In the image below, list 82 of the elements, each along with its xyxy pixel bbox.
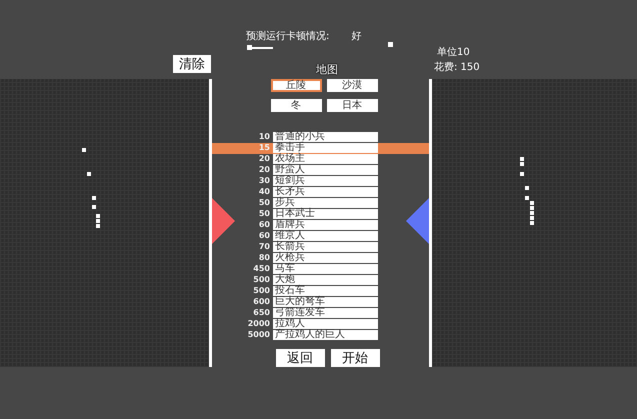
cost-label: 花费: 150: [434, 60, 481, 75]
unit-row[interactable]: 650 弓箭连发车: [240, 308, 378, 319]
unit-name: 普通的小兵: [273, 132, 378, 142]
unit-cost: 80: [258, 253, 270, 263]
unit-row[interactable]: 70 长箭兵: [240, 242, 378, 253]
unit-row[interactable]: 500 投石车: [240, 286, 378, 297]
unit-cost: 15: [258, 143, 270, 153]
battlefield-right[interactable]: [432, 79, 637, 367]
lag-slider[interactable]: [247, 45, 393, 51]
unit-count: 单位10: [436, 46, 471, 60]
unit-row[interactable]: 80 火枪兵: [240, 253, 378, 264]
unit-cost: 40: [258, 187, 270, 197]
unit-cost: 50: [258, 209, 270, 219]
slider-end-marker: [388, 42, 393, 47]
unit-name: 农场主: [273, 154, 378, 164]
unit-cost: 500: [252, 275, 270, 285]
unit-cost: 20: [258, 165, 270, 175]
unit-cost: 50: [258, 198, 270, 208]
unit-name: 维京人: [273, 231, 378, 241]
unit-name: 野蛮人: [273, 165, 378, 175]
lag-value: 好: [351, 31, 362, 43]
unit-name: 短剑兵: [273, 176, 378, 186]
unit-marker: [87, 172, 91, 176]
unit-name: 火枪兵: [273, 253, 378, 263]
unit-name: 盾牌兵: [273, 220, 378, 230]
left-triangle-icon[interactable]: [406, 198, 429, 244]
unit-cost: 600: [252, 297, 270, 307]
unit-cost: 20: [258, 154, 270, 164]
unit-name: 步兵: [273, 198, 378, 208]
unit-cost: 2000: [246, 319, 270, 329]
unit-row[interactable]: 600 巨大的弩车: [240, 297, 378, 308]
battlefield-left[interactable]: [0, 79, 209, 367]
unit-row[interactable]: 10 普通的小兵: [240, 132, 378, 143]
unit-marker: [525, 186, 529, 190]
unit-row[interactable]: 60 盾牌兵: [240, 220, 378, 231]
start-button[interactable]: 开始: [330, 349, 380, 367]
unit-cost: 5000: [246, 330, 270, 340]
unit-name: 长箭兵: [273, 242, 378, 252]
unit-row[interactable]: 15 拳击手: [212, 143, 429, 154]
lag-label: 预测运行卡顿情况:: [246, 31, 330, 43]
map-option[interactable]: 冬: [270, 99, 322, 112]
unit-name: 拳击手: [273, 143, 378, 153]
unit-cost: 60: [258, 220, 270, 230]
unit-marker: [92, 196, 96, 200]
unit-cost: 10: [258, 132, 270, 142]
unit-cost: 30: [258, 176, 270, 186]
unit-cost: 500: [252, 286, 270, 296]
unit-name: 大炮: [273, 275, 378, 285]
unit-row[interactable]: 40 长矛兵: [240, 187, 378, 198]
map-option[interactable]: 沙漠: [326, 79, 378, 92]
unit-cost: 60: [258, 231, 270, 241]
unit-cost: 70: [258, 242, 270, 252]
right-triangle-icon[interactable]: [212, 198, 235, 244]
unit-name: 拉鸡人: [273, 319, 378, 329]
unit-cost: 450: [252, 264, 270, 274]
unit-row[interactable]: 500 大炮: [240, 275, 378, 286]
unit-row[interactable]: 20 野蛮人: [240, 165, 378, 176]
unit-cost: 650: [252, 308, 270, 318]
unit-marker: [520, 172, 524, 176]
unit-name: 日本武士: [273, 209, 378, 219]
unit-row[interactable]: 60 维京人: [240, 231, 378, 242]
unit-name: 投石车: [273, 286, 378, 296]
map-option[interactable]: 丘陵: [270, 79, 322, 92]
unit-marker: [92, 205, 96, 209]
unit-name: 弓箭连发车: [273, 308, 378, 318]
map-option[interactable]: 日本: [326, 99, 378, 112]
unit-name: 马车: [273, 264, 378, 274]
map-title: 地图: [316, 62, 338, 77]
unit-row[interactable]: 2000 拉鸡人: [240, 319, 378, 330]
slider-thumb[interactable]: [247, 45, 252, 50]
unit-row[interactable]: 30 短剑兵: [240, 176, 378, 187]
clear-button[interactable]: 清除: [173, 55, 211, 73]
unit-name: 产拉鸡人的巨人: [273, 330, 378, 340]
unit-marker: [82, 148, 86, 152]
unit-name: 巨大的弩车: [273, 297, 378, 307]
unit-row[interactable]: 450 马车: [240, 264, 378, 275]
unit-row[interactable]: 5000 产拉鸡人的巨人: [240, 330, 378, 341]
unit-row[interactable]: 50 步兵: [240, 198, 378, 209]
unit-row[interactable]: 20 农场主: [240, 154, 378, 165]
unit-row[interactable]: 50 日本武士: [240, 209, 378, 220]
back-button[interactable]: 返回: [276, 349, 324, 367]
unit-name: 长矛兵: [273, 187, 378, 197]
